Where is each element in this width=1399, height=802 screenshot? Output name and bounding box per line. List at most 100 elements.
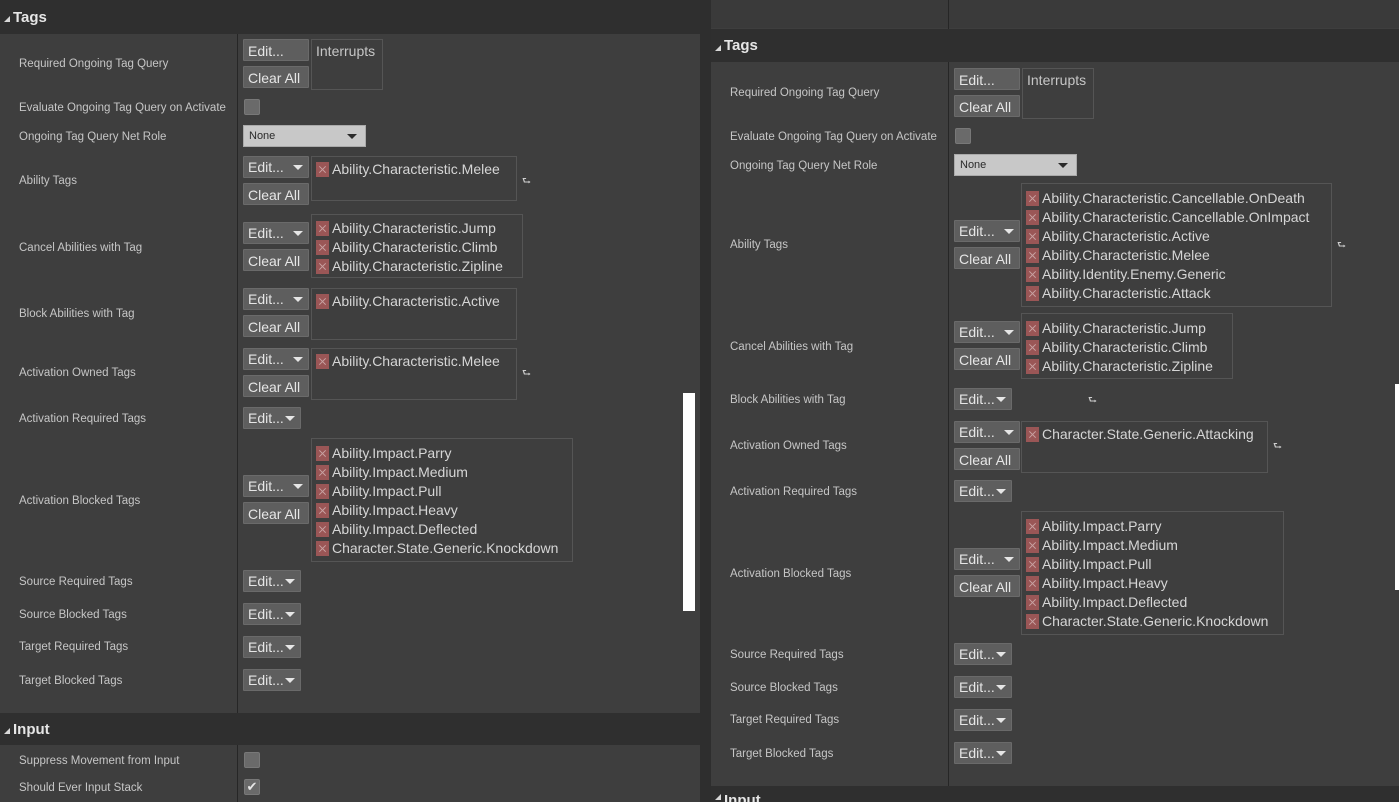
edit-dropdown-button[interactable]: Edit... (954, 742, 1012, 764)
clear-all-button[interactable]: Clear All (243, 249, 309, 271)
dropdown-arrow-icon (285, 578, 295, 584)
edit-label: Edit... (248, 351, 284, 367)
section-header-tags[interactable]: Tags (0, 0, 700, 34)
edit-dropdown-button[interactable]: Edit... (954, 480, 1012, 502)
remove-tag-icon[interactable] (1026, 358, 1039, 374)
remove-tag-icon[interactable] (316, 540, 329, 556)
clear-all-button[interactable]: Clear All (954, 575, 1020, 597)
label-required-ongoing-tag-query: Required Ongoing Tag Query (730, 87, 880, 99)
remove-tag-icon[interactable] (1026, 518, 1039, 534)
remove-tag-icon[interactable] (1026, 594, 1039, 610)
remove-tag-icon[interactable] (1026, 209, 1039, 225)
remove-tag-icon[interactable] (316, 353, 329, 369)
remove-tag-icon[interactable] (1026, 228, 1039, 244)
edit-dropdown-button[interactable]: Edit... (954, 388, 1012, 410)
edit-dropdown-button[interactable]: Edit... (954, 421, 1020, 443)
tag-label: Ability.Characteristic.Climb (332, 239, 498, 255)
clear-all-button[interactable]: Clear All (243, 502, 309, 524)
dropdown-arrow-icon (1004, 228, 1014, 234)
scrollbar-thumb[interactable] (683, 393, 695, 611)
label-block-abilities: Block Abilities with Tag (730, 394, 846, 406)
scrollbar-thumb[interactable] (1395, 384, 1399, 590)
label-cancel-abilities: Cancel Abilities with Tag (730, 341, 854, 353)
tag-item: Ability.Impact.Medium (316, 463, 468, 481)
edit-dropdown-button[interactable]: Edit... (243, 222, 309, 244)
remove-tag-icon[interactable] (1026, 266, 1039, 282)
remove-tag-icon[interactable] (1026, 613, 1039, 629)
clear-all-button[interactable]: Clear All (954, 448, 1020, 470)
clear-all-button[interactable]: Clear All (243, 375, 309, 397)
clear-all-button[interactable]: Clear All (243, 66, 309, 88)
remove-tag-icon[interactable] (1026, 556, 1039, 572)
clear-all-button[interactable]: Clear All (243, 183, 309, 205)
collapse-arrow-icon[interactable] (715, 44, 721, 51)
clear-all-button[interactable]: Clear All (954, 247, 1020, 269)
owned-tags-box: Character.State.Generic.Attacking (1021, 421, 1268, 473)
evaluate-ongoing-checkbox[interactable] (244, 99, 260, 115)
edit-button[interactable]: Edit... (954, 68, 1020, 90)
edit-button[interactable]: Edit... (243, 39, 309, 61)
return-arrow-icon: ⮑ (1337, 240, 1346, 251)
tag-item: Ability.Impact.Pull (1026, 555, 1151, 573)
remove-tag-icon[interactable] (316, 483, 329, 499)
net-role-value: None (249, 130, 276, 142)
edit-dropdown-button[interactable]: Edit... (954, 321, 1020, 343)
dropdown-arrow-icon (1058, 162, 1068, 168)
section-header-input[interactable]: Input (0, 713, 700, 745)
input-stack-checkbox[interactable]: ✔ (244, 779, 260, 795)
remove-tag-icon[interactable] (1026, 247, 1039, 263)
edit-label: Edit... (248, 606, 284, 622)
edit-dropdown-button[interactable]: Edit... (243, 407, 301, 429)
collapse-arrow-icon[interactable] (4, 16, 10, 22)
remove-tag-icon[interactable] (1026, 575, 1039, 591)
remove-tag-icon[interactable] (1026, 320, 1039, 336)
remove-tag-icon[interactable] (316, 239, 329, 255)
remove-tag-icon[interactable] (1026, 537, 1039, 553)
label-ability-tags: Ability Tags (19, 175, 77, 187)
edit-dropdown-button[interactable]: Edit... (243, 636, 301, 658)
remove-tag-icon[interactable] (1026, 339, 1039, 355)
edit-dropdown-button[interactable]: Edit... (954, 709, 1012, 731)
edit-dropdown-button[interactable]: Edit... (243, 603, 301, 625)
cancel-tags-box: Ability.Characteristic.Jump Ability.Char… (1021, 313, 1233, 379)
clear-all-button[interactable]: Clear All (243, 315, 309, 337)
edit-dropdown-button[interactable]: Edit... (243, 669, 301, 691)
edit-label: Edit... (248, 672, 284, 688)
remove-tag-icon[interactable] (1026, 426, 1039, 442)
remove-tag-icon[interactable] (316, 502, 329, 518)
remove-tag-icon[interactable] (316, 464, 329, 480)
tag-item: Ability.Characteristic.Jump (1026, 319, 1206, 337)
clear-all-button[interactable]: Clear All (954, 348, 1020, 370)
evaluate-ongoing-checkbox[interactable] (955, 128, 971, 144)
net-role-dropdown[interactable]: None (954, 154, 1077, 176)
cancel-tags-box: Ability.Characteristic.Jump Ability.Char… (311, 214, 523, 278)
edit-dropdown-button[interactable]: Edit... (954, 676, 1012, 698)
edit-dropdown-button[interactable]: Edit... (243, 475, 309, 497)
remove-tag-icon[interactable] (1026, 285, 1039, 301)
clear-all-button[interactable]: Clear All (954, 95, 1020, 117)
remove-tag-icon[interactable] (316, 293, 329, 309)
remove-tag-icon[interactable] (316, 258, 329, 274)
remove-tag-icon[interactable] (316, 445, 329, 461)
remove-tag-icon[interactable] (316, 521, 329, 537)
tag-item: Ability.Impact.Parry (1026, 517, 1162, 535)
dropdown-arrow-icon (293, 296, 303, 302)
label-activation-owned: Activation Owned Tags (19, 367, 136, 379)
label-ability-tags: Ability Tags (730, 239, 788, 251)
edit-dropdown-button[interactable]: Edit... (954, 220, 1020, 242)
edit-dropdown-button[interactable]: Edit... (243, 570, 301, 592)
collapse-arrow-icon[interactable] (4, 728, 10, 734)
edit-dropdown-button[interactable]: Edit... (954, 548, 1020, 570)
net-role-dropdown[interactable]: None (243, 125, 366, 147)
section-header-input[interactable]: Input (711, 786, 1399, 802)
edit-dropdown-button[interactable]: Edit... (954, 643, 1012, 665)
edit-dropdown-button[interactable]: Edit... (243, 156, 309, 178)
section-header-tags[interactable]: Tags (711, 29, 1399, 62)
edit-dropdown-button[interactable]: Edit... (243, 348, 309, 370)
edit-dropdown-button[interactable]: Edit... (243, 288, 309, 310)
remove-tag-icon[interactable] (316, 220, 329, 236)
suppress-movement-checkbox[interactable] (244, 752, 260, 768)
remove-tag-icon[interactable] (316, 161, 329, 177)
remove-tag-icon[interactable] (1026, 190, 1039, 206)
collapse-arrow-icon[interactable] (715, 794, 721, 800)
